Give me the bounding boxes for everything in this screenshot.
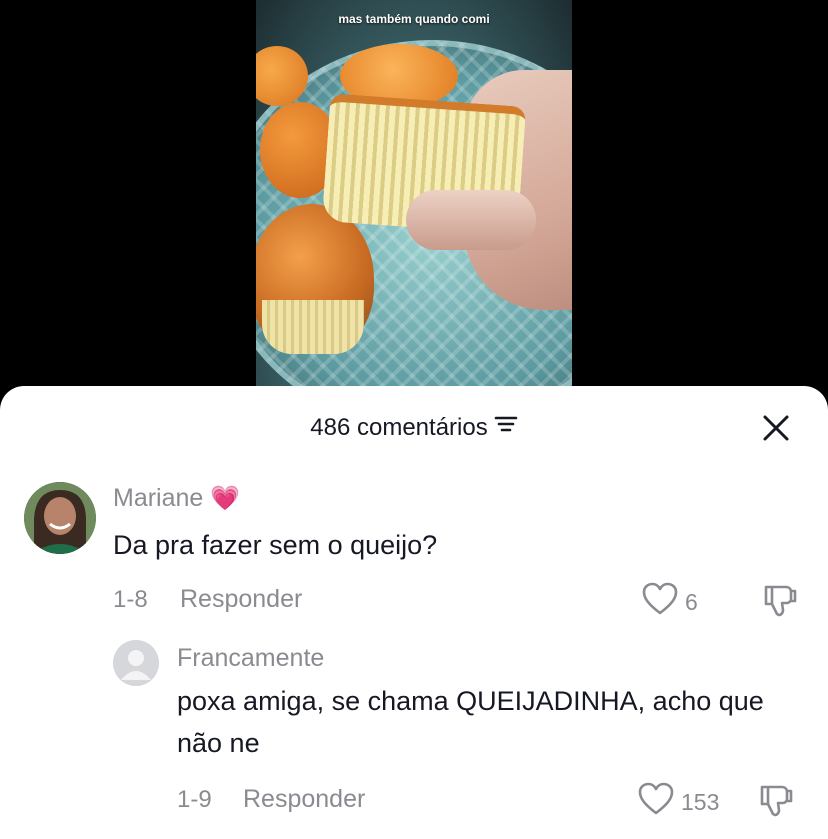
comment-date: 1-8 bbox=[113, 586, 148, 613]
sort-lines-icon[interactable] bbox=[494, 411, 518, 443]
comment-author[interactable]: Mariane bbox=[113, 484, 203, 512]
comments-count-title: 486 comentários bbox=[310, 414, 488, 441]
default-user-icon bbox=[113, 640, 159, 686]
reply-button[interactable]: Responder bbox=[180, 585, 302, 614]
thumbs-down-icon bbox=[760, 785, 793, 817]
comment-text: Da pra fazer sem o queijo? bbox=[113, 530, 438, 560]
like-button[interactable] bbox=[638, 782, 674, 821]
comment-date: 1-9 bbox=[177, 786, 212, 813]
close-button[interactable] bbox=[760, 412, 792, 444]
video-frame[interactable]: mas também quando comi bbox=[256, 0, 572, 400]
comment-author-row[interactable]: Mariane 💗 bbox=[113, 484, 240, 513]
sheet-header: 486 comentários bbox=[0, 412, 828, 448]
comment-text: poxa amiga, se chama QUEIJADINHA, acho q… bbox=[177, 686, 764, 758]
close-icon bbox=[763, 415, 789, 441]
thumbs-down-icon bbox=[764, 585, 797, 617]
avatar-default[interactable] bbox=[113, 640, 159, 686]
comment-author[interactable]: Francamente bbox=[177, 644, 324, 673]
like-count: 6 bbox=[685, 589, 698, 615]
dislike-button[interactable] bbox=[762, 583, 798, 622]
heart-outline-icon bbox=[638, 782, 674, 815]
avatar[interactable] bbox=[24, 482, 96, 554]
video-caption: mas também quando comi bbox=[338, 12, 490, 26]
video-player[interactable]: mas também quando comi bbox=[0, 0, 828, 400]
comments-sheet: 486 comentários Mariane 💗 Da pra fazer s… bbox=[0, 386, 828, 839]
comments-title-row: 486 comentários bbox=[0, 412, 828, 444]
reply-button[interactable]: Responder bbox=[243, 785, 365, 814]
like-count: 153 bbox=[681, 789, 720, 815]
heart-emoji-icon: 💗 bbox=[210, 485, 241, 512]
dislike-button[interactable] bbox=[758, 783, 794, 822]
cupcake-liner-image bbox=[262, 300, 364, 354]
like-button[interactable] bbox=[642, 582, 678, 621]
thumb-image bbox=[406, 190, 536, 250]
heart-outline-icon bbox=[642, 582, 678, 615]
